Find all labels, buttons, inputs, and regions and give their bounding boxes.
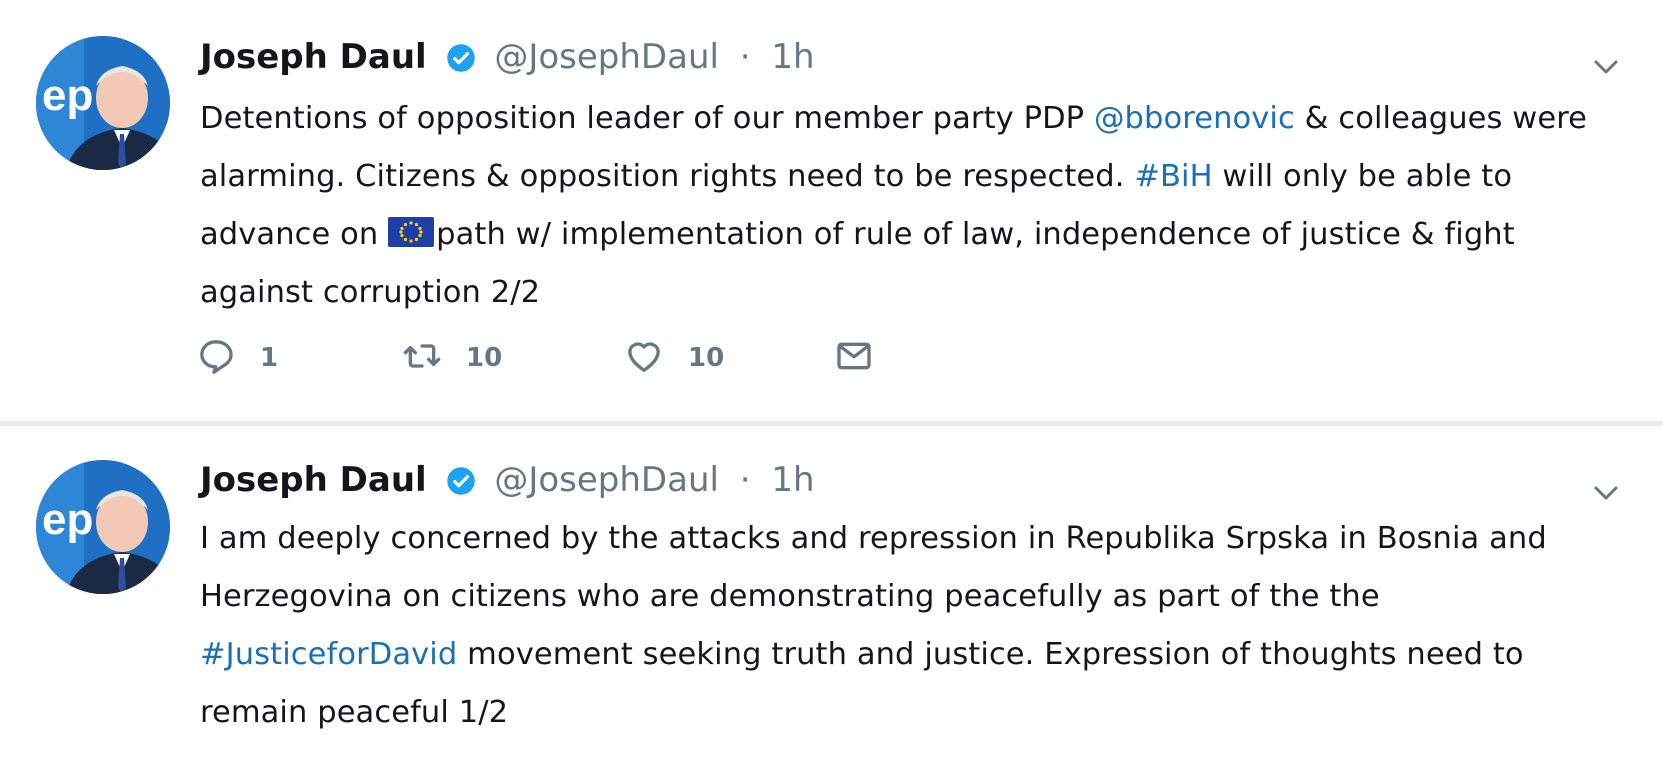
hashtag-link[interactable]: #JusticeforDavid [200,637,457,672]
verified-badge-icon [438,460,495,500]
like-button[interactable]: 10 [624,330,724,386]
author-handle[interactable]: @JosephDaul [494,460,719,500]
direct-message-icon [834,336,874,380]
tweet[interactable]: ep Joseph Daul @JosephDaul · 1h Detentio… [0,0,1663,423]
reply-count: 1 [260,343,279,373]
tweet-text: I am deeply concerned by the attacks and… [200,510,1630,742]
separator-dot: · [739,37,751,77]
avatar[interactable]: ep [36,460,170,594]
tweet-header: Joseph Daul @JosephDaul · 1h [200,28,815,86]
timestamp[interactable]: 1h [771,460,814,500]
text-segment: I am deeply concerned by the attacks and… [200,521,1547,614]
hashtag-link[interactable]: #BiH [1134,159,1212,194]
tweet-header: Joseph Daul @JosephDaul · 1h [200,451,815,509]
retweet-count: 10 [466,343,503,373]
direct-message-button[interactable] [834,330,874,386]
separator-dot: · [739,460,751,500]
like-count: 10 [688,343,725,373]
retweet-icon [402,336,442,380]
avatar[interactable]: ep [36,36,170,170]
timestamp[interactable]: 1h [771,37,814,77]
tweet-text: Detentions of opposition leader of our m… [200,90,1630,322]
mention-link[interactable]: @bborenovic [1094,101,1295,136]
tweet-timeline: ep Joseph Daul @JosephDaul · 1h Detentio… [0,0,1663,768]
tweet[interactable]: ep Joseph Daul @JosephDaul · 1h I am dee… [0,426,1663,768]
author-name[interactable]: Joseph Daul [200,37,427,77]
chevron-down-icon[interactable] [1591,52,1621,82]
author-handle[interactable]: @JosephDaul [494,37,719,77]
reply-icon [196,336,236,380]
tweet-actions: 1 10 10 [196,330,1096,386]
like-icon [624,336,664,380]
author-name[interactable]: Joseph Daul [200,460,427,500]
eu-flag-emoji [388,217,436,252]
svg-text:ep: ep [42,71,93,120]
chevron-down-icon[interactable] [1591,478,1621,508]
svg-text:ep: ep [42,495,93,544]
retweet-button[interactable]: 10 [402,330,502,386]
reply-button[interactable]: 1 [196,330,278,386]
verified-badge-icon [438,37,495,77]
text-segment: Detentions of opposition leader of our m… [200,101,1094,136]
